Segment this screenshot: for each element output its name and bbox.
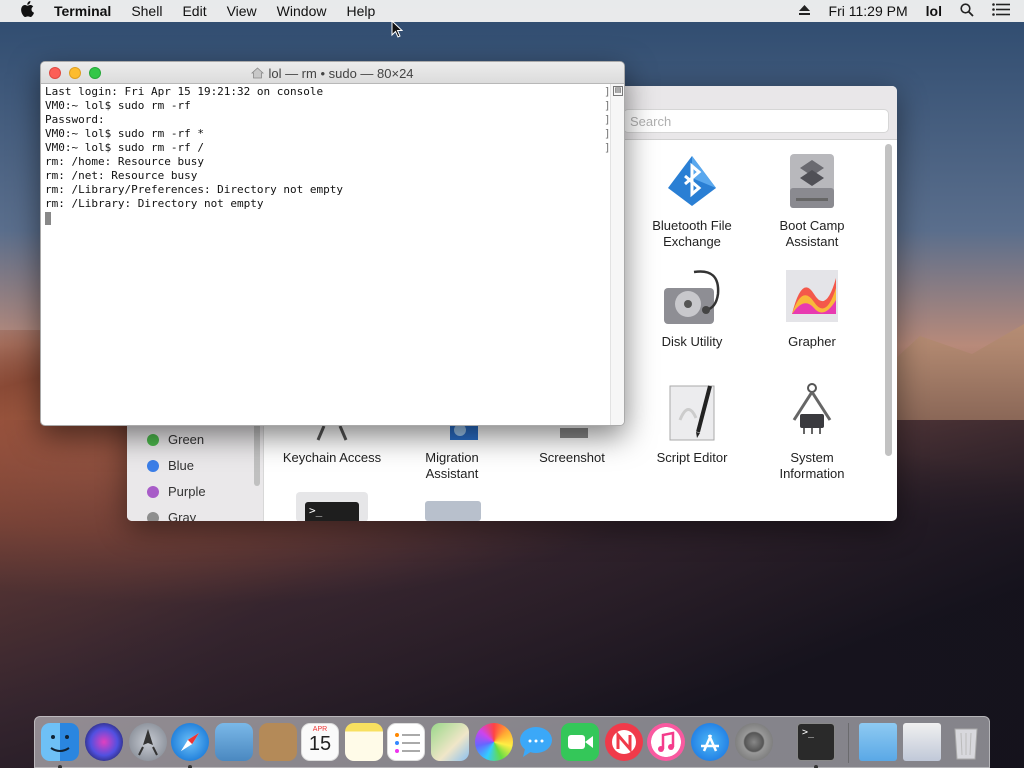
terminal-scrollbar[interactable]: ▤: [610, 84, 624, 425]
terminal-line: VM0:~ lol$ sudo rm -rf /: [45, 141, 204, 154]
app-grapher[interactable]: Grapher: [752, 264, 872, 350]
sidebar-scrollbar[interactable]: [254, 416, 260, 486]
menu-window[interactable]: Window: [277, 3, 327, 19]
terminal-line: Last login: Fri Apr 15 19:21:32 on conso…: [45, 85, 324, 98]
tag-dot: [147, 485, 159, 498]
app-label: Script Editor: [656, 450, 728, 465]
dock-contacts-icon[interactable]: [259, 723, 297, 761]
bluetooth-icon: [660, 148, 724, 212]
terminal-title-text: lol — rm • sudo — 80×24: [268, 66, 414, 81]
tag-dot: [147, 433, 159, 446]
app-label: System Information: [779, 450, 845, 481]
dock-system-preferences-icon[interactable]: [735, 723, 773, 761]
app-label: Disk Utility: [661, 334, 723, 349]
dock-music-icon[interactable]: [647, 723, 685, 761]
menu-view[interactable]: View: [227, 3, 257, 19]
tag-label: Green: [168, 432, 205, 447]
dock-notes-icon[interactable]: [345, 723, 383, 761]
terminal-title: lol — rm • sudo — 80×24: [41, 66, 624, 82]
app-voiceover-icon[interactable]: [425, 501, 481, 521]
tag-label: Blue: [168, 458, 195, 473]
terminal-output[interactable]: Last login: Fri Apr 15 19:21:32 on conso…: [45, 85, 610, 425]
dock-trash-icon[interactable]: [947, 723, 985, 761]
apple-menu-icon[interactable]: [20, 0, 38, 22]
dock-reminders-icon[interactable]: [387, 723, 425, 761]
tag-purple[interactable]: Purple: [147, 484, 206, 499]
dock-news-icon[interactable]: [605, 723, 643, 761]
dock-preview-icon[interactable]: [215, 723, 253, 761]
spotlight-icon[interactable]: [960, 2, 974, 20]
dock-separator: [848, 723, 849, 763]
menu-user[interactable]: lol: [926, 3, 942, 19]
tag-gray[interactable]: Gray: [147, 510, 196, 521]
app-terminal-selected[interactable]: >_: [296, 492, 368, 521]
app-label: Keychain Access: [282, 450, 382, 465]
dock-siri-icon[interactable]: [85, 723, 123, 761]
home-folder-icon: [251, 67, 265, 82]
app-boot-camp-assistant[interactable]: Boot Camp Assistant: [752, 148, 872, 250]
menu-app-name[interactable]: Terminal: [54, 3, 111, 19]
dock-messages-icon[interactable]: [517, 723, 555, 761]
calendar-month: APR: [312, 726, 328, 733]
grapher-icon: [780, 264, 844, 328]
menu-bar: Terminal Shell Edit View Window Help Fri…: [0, 0, 1024, 22]
dock-terminal-icon[interactable]: >_: [797, 723, 835, 761]
eject-icon[interactable]: [798, 3, 811, 19]
boot-camp-icon: [780, 148, 844, 212]
dock-photos-icon[interactable]: [475, 723, 513, 761]
tag-green[interactable]: Green: [147, 432, 204, 447]
disk-utility-icon: [660, 264, 724, 328]
menu-edit[interactable]: Edit: [182, 3, 206, 19]
dock-calendar-icon[interactable]: APR 15: [301, 723, 339, 761]
tag-dot: [147, 511, 159, 521]
app-bluetooth-file-exchange[interactable]: Bluetooth File Exchange: [632, 148, 752, 250]
dock-facetime-icon[interactable]: [561, 723, 599, 761]
app-disk-utility[interactable]: Disk Utility: [632, 264, 752, 350]
app-system-information[interactable]: System Information: [752, 380, 872, 482]
terminal-titlebar[interactable]: lol — rm • sudo — 80×24: [41, 62, 624, 84]
tag-dot: [147, 459, 159, 472]
app-label: Grapher: [788, 334, 836, 349]
terminal-prompt-glyph: >_: [802, 727, 815, 738]
tag-blue[interactable]: Blue: [147, 458, 194, 473]
terminal-app-icon: >_: [305, 502, 359, 521]
terminal-line: rm: /home: Resource busy: [45, 155, 204, 168]
search-field[interactable]: Search: [623, 109, 889, 133]
script-editor-icon: [660, 380, 724, 444]
dock-safari-icon[interactable]: [171, 723, 209, 761]
tag-label: Gray: [168, 510, 197, 521]
content-scrollbar[interactable]: [885, 144, 892, 456]
mouse-cursor-icon: [391, 19, 404, 43]
dock-downloads-folder-icon[interactable]: [859, 723, 897, 761]
dock-launchpad-icon[interactable]: [129, 723, 167, 761]
app-label: Bluetooth File Exchange: [652, 218, 732, 249]
terminal-line: rm: /Library: Directory not empty: [45, 197, 264, 210]
terminal-line: VM0:~ lol$ sudo rm -rf *: [45, 127, 204, 140]
dock-finder-icon[interactable]: [41, 723, 79, 761]
calendar-day: 15: [308, 733, 332, 755]
app-label: Migration Assistant: [425, 450, 479, 481]
terminal-line: Password:: [45, 113, 105, 126]
dock-maps-icon[interactable]: [431, 723, 469, 761]
system-information-icon: [780, 380, 844, 444]
dock: APR 15 >_: [34, 716, 990, 768]
dock-app-store-icon[interactable]: [691, 723, 729, 761]
app-label: Boot Camp Assistant: [779, 218, 845, 249]
terminal-line: VM0:~ lol$ sudo rm -rf: [45, 99, 191, 112]
menu-clock[interactable]: Fri 11:29 PM: [829, 3, 908, 19]
app-script-editor[interactable]: Script Editor: [632, 380, 752, 466]
terminal-cursor: [45, 211, 51, 225]
app-label: Screenshot: [539, 450, 605, 465]
terminal-line: rm: /net: Resource busy: [45, 169, 198, 182]
notification-center-icon[interactable]: [992, 3, 1010, 19]
terminal-window[interactable]: lol — rm • sudo — 80×24 Last login: Fri …: [40, 61, 625, 426]
terminal-line: rm: /Library/Preferences: Directory not …: [45, 183, 344, 196]
tag-label: Purple: [168, 484, 206, 499]
menu-help[interactable]: Help: [346, 3, 375, 19]
menu-shell[interactable]: Shell: [131, 3, 162, 19]
split-pane-icon[interactable]: ▤: [613, 86, 623, 96]
dock-screenshots-stack-icon[interactable]: [903, 723, 941, 761]
